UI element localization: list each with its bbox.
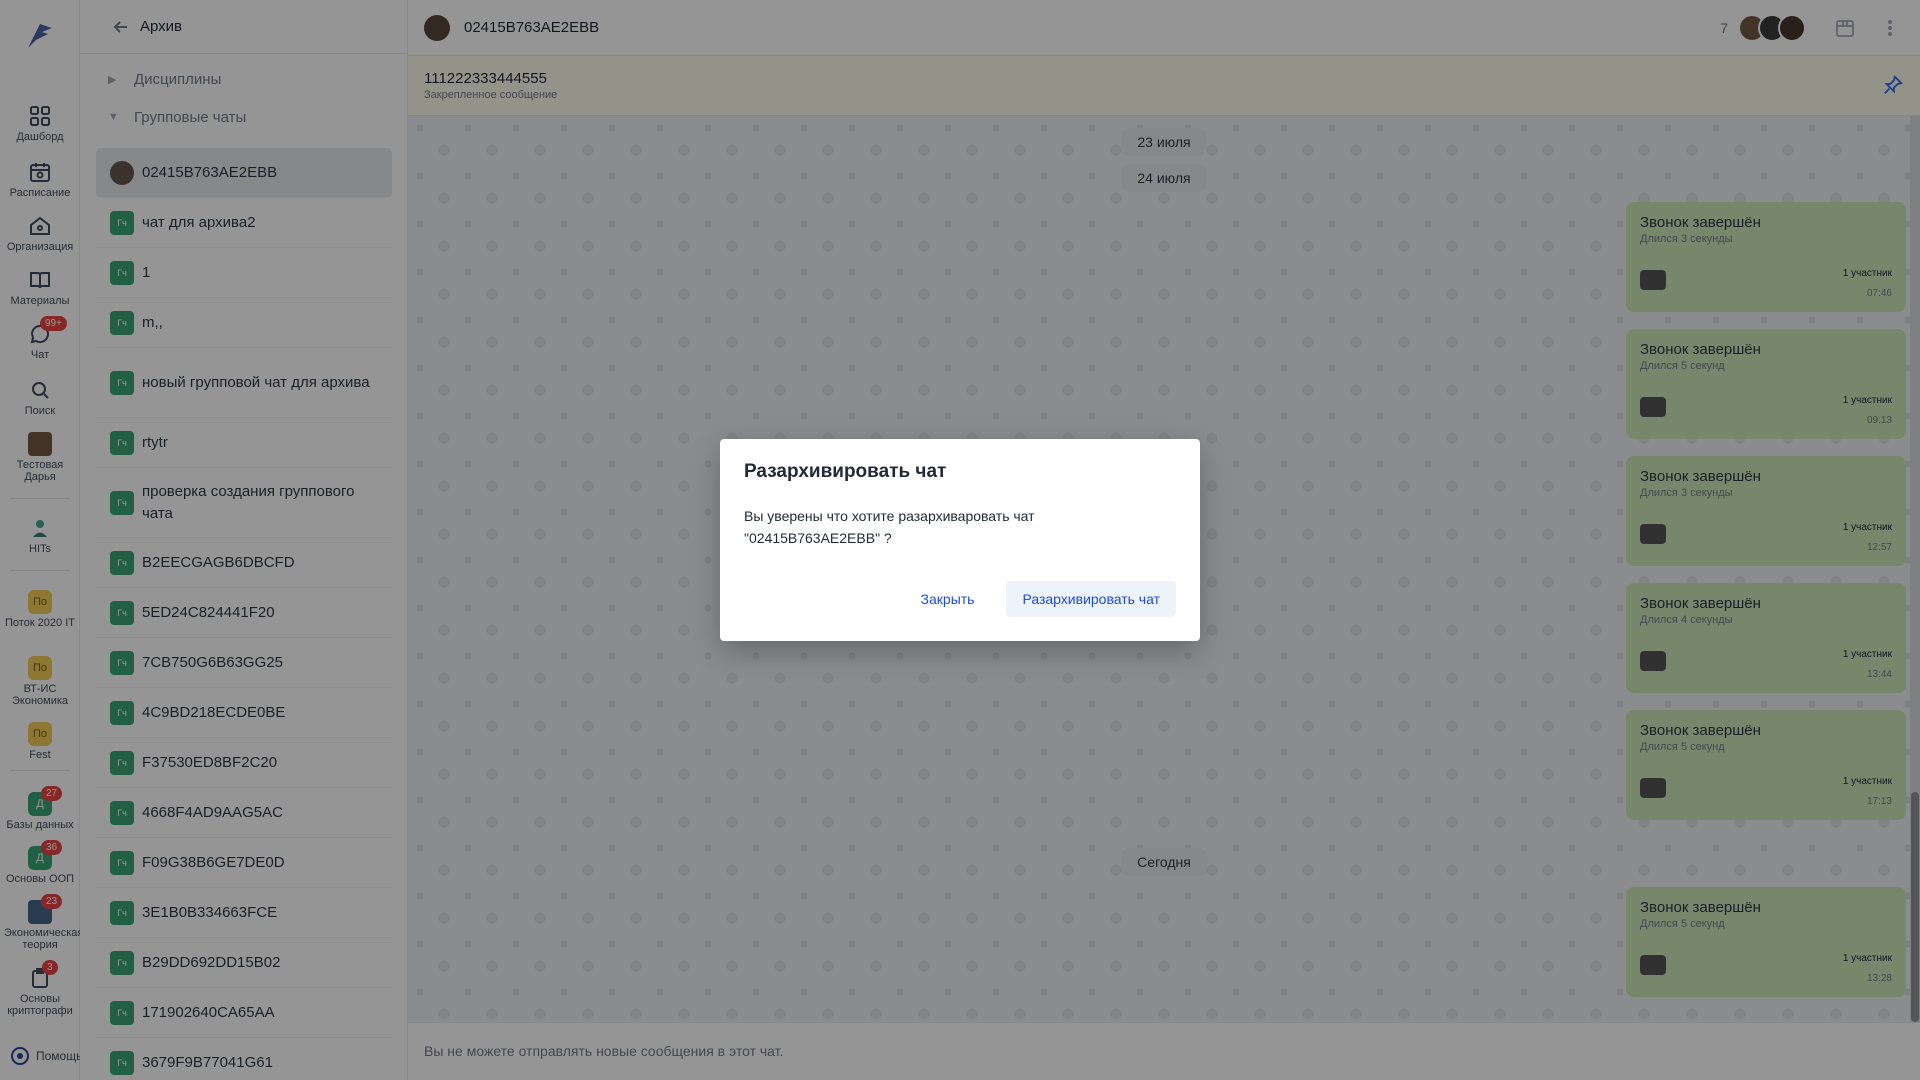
dialog-message-line: Вы уверены что хотите разархиваровать ча… — [744, 508, 1035, 524]
unarchive-dialog: Разархивировать чат Вы уверены что хотит… — [720, 439, 1200, 641]
dialog-message-line: "02415B763AE2EBB" ? — [744, 530, 892, 546]
unarchive-button[interactable]: Разархивировать чат — [1006, 581, 1176, 617]
dialog-actions: Закрыть Разархивировать чат — [905, 581, 1176, 617]
close-button[interactable]: Закрыть — [905, 581, 991, 617]
dialog-title: Разархивировать чат — [744, 461, 947, 482]
dialog-message: Вы уверены что хотите разархиваровать ча… — [744, 505, 1176, 549]
